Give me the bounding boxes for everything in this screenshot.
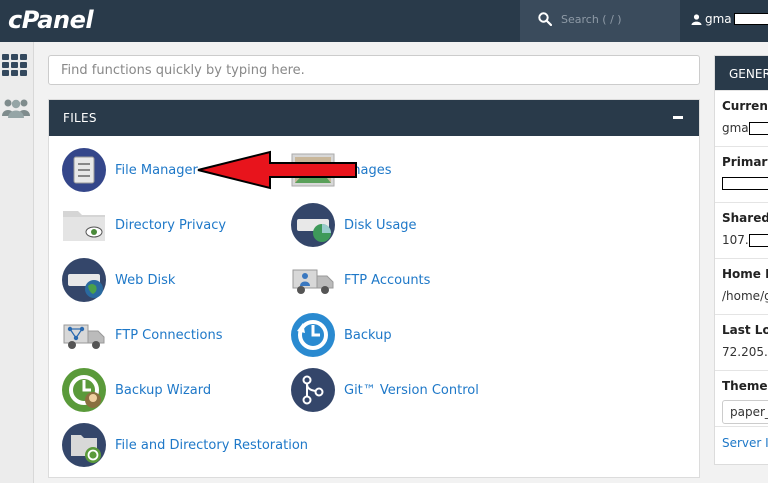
git-version-control-label: Git™ Version Control xyxy=(344,382,479,398)
user-icon xyxy=(691,13,702,25)
disk-usage-icon xyxy=(291,203,335,247)
home-directory-value: /home/g xyxy=(722,289,768,303)
git-version-control-link[interactable]: Git™ Version Control xyxy=(291,368,479,412)
primary-domain-value xyxy=(722,177,768,190)
web-disk-icon xyxy=(62,258,106,302)
disk-usage-label: Disk Usage xyxy=(344,217,417,233)
file-manager-link[interactable]: File Manager xyxy=(62,148,198,192)
theme-key: Theme xyxy=(722,379,768,393)
backup-link[interactable]: Backup xyxy=(291,313,392,357)
disk-usage-link[interactable]: Disk Usage xyxy=(291,203,417,247)
files-panel-header[interactable]: FILES xyxy=(49,100,699,136)
directory-privacy-label: Directory Privacy xyxy=(115,217,227,233)
files-title: FILES xyxy=(63,111,97,125)
current-user-value: gma xyxy=(722,121,768,135)
ftp-connections-link[interactable]: FTP Connections xyxy=(62,313,223,357)
general-information-panel: GENER Current gma Primary Shared 107. Ho… xyxy=(714,55,768,465)
search-icon xyxy=(538,12,552,26)
current-user-key: Current xyxy=(722,99,768,113)
restoration-icon xyxy=(62,423,106,467)
shared-ip-value: 107. xyxy=(722,233,768,247)
file-directory-restoration-link[interactable]: File and Directory Restoration xyxy=(62,423,308,467)
backup-icon xyxy=(291,313,335,357)
ftp-accounts-link[interactable]: FTP Accounts xyxy=(291,258,430,302)
backup-wizard-link[interactable]: Backup Wizard xyxy=(62,368,211,412)
ftp-connections-label: FTP Connections xyxy=(115,327,223,343)
search-placeholder[interactable]: Search ( / ) xyxy=(561,13,622,26)
general-info-header: GENER xyxy=(715,56,768,90)
backup-wizard-icon xyxy=(62,368,106,412)
quick-find-input[interactable]: Find functions quickly by typing here. xyxy=(48,55,700,85)
cpanel-logo[interactable]: cPanel xyxy=(8,6,94,34)
ftp-accounts-icon xyxy=(292,269,334,294)
current-user-row: Current gma xyxy=(715,90,768,146)
shared-ip-row: Shared 107. xyxy=(715,202,768,258)
top-bar: cPanel Search ( / ) gma xyxy=(0,0,768,42)
backup-label: Backup xyxy=(344,327,392,343)
users-icon[interactable] xyxy=(0,98,32,118)
primary-domain-row: Primary xyxy=(715,146,768,202)
ftp-connections-icon xyxy=(63,324,105,349)
collapse-icon[interactable] xyxy=(673,116,683,119)
last-login-value: 72.205.2 xyxy=(722,345,768,359)
home-directory-key: Home D xyxy=(722,267,768,281)
backup-wizard-label: Backup Wizard xyxy=(115,382,212,398)
directory-privacy-icon xyxy=(63,211,105,241)
files-panel: FILES File Manager Images Directory Priv… xyxy=(48,99,700,478)
directory-privacy-link[interactable]: Directory Privacy xyxy=(62,203,226,247)
theme-row: Theme paper_ xyxy=(715,370,768,426)
left-nav-rail xyxy=(0,42,34,483)
server-information-link[interactable]: Server I xyxy=(722,436,768,450)
user-menu[interactable]: gma xyxy=(691,12,768,26)
red-annotation-arrow xyxy=(197,150,357,190)
last-login-key: Last Log xyxy=(722,323,768,337)
apps-grid-icon[interactable] xyxy=(2,54,27,76)
primary-domain-key: Primary xyxy=(722,155,768,169)
file-manager-label: File Manager xyxy=(115,162,198,178)
home-directory-row: Home D /home/g xyxy=(715,258,768,314)
file-directory-restoration-label: File and Directory Restoration xyxy=(115,437,309,453)
theme-select[interactable]: paper_ xyxy=(722,400,768,424)
redaction-box xyxy=(733,13,768,25)
web-disk-link[interactable]: Web Disk xyxy=(62,258,175,302)
web-disk-label: Web Disk xyxy=(115,272,176,288)
last-login-row: Last Log 72.205.2 xyxy=(715,314,768,370)
shared-ip-key: Shared xyxy=(722,211,768,225)
global-search[interactable]: Search ( / ) xyxy=(520,0,680,42)
git-icon xyxy=(291,368,335,412)
server-info-row: Server I xyxy=(715,426,768,460)
ftp-accounts-label: FTP Accounts xyxy=(344,272,431,288)
username: gma xyxy=(705,12,732,26)
file-manager-icon xyxy=(62,148,106,192)
